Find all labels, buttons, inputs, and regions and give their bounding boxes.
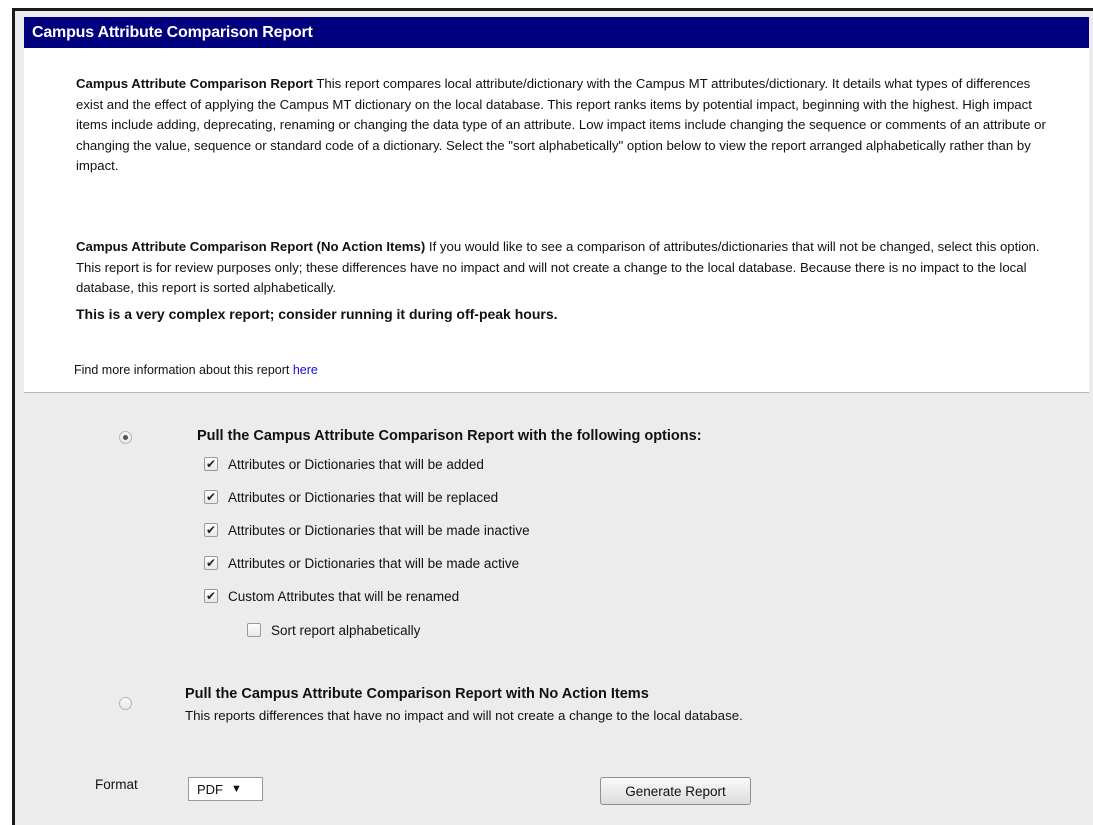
sort-alphabetically-label: Sort report alphabetically bbox=[271, 622, 421, 638]
format-select[interactable]: PDF ▼ bbox=[188, 777, 263, 801]
inactive-checkbox-label: Attributes or Dictionaries that will be … bbox=[228, 522, 530, 538]
intro-heading: Campus Attribute Comparison Report bbox=[76, 76, 313, 91]
inactive-checkbox-row[interactable]: ✔ Attributes or Dictionaries that will b… bbox=[204, 520, 530, 540]
replaced-checkbox-label: Attributes or Dictionaries that will be … bbox=[228, 489, 499, 505]
added-checkbox-row[interactable]: ✔ Attributes or Dictionaries that will b… bbox=[204, 454, 484, 474]
more-info-link[interactable]: here bbox=[293, 363, 318, 377]
complexity-warning: This is a very complex report; consider … bbox=[76, 306, 558, 322]
more-info-text: Find more information about this report bbox=[74, 363, 293, 377]
replaced-checkbox[interactable]: ✔ bbox=[204, 490, 218, 504]
added-checkbox-label: Attributes or Dictionaries that will be … bbox=[228, 456, 484, 472]
page-title: Campus Attribute Comparison Report bbox=[24, 17, 1089, 48]
added-checkbox[interactable]: ✔ bbox=[204, 457, 218, 471]
active-checkbox[interactable]: ✔ bbox=[204, 556, 218, 570]
active-checkbox-row[interactable]: ✔ Attributes or Dictionaries that will b… bbox=[204, 553, 519, 573]
option-no-action-label: Pull the Campus Attribute Comparison Rep… bbox=[185, 686, 649, 702]
no-action-paragraph: Campus Attribute Comparison Report (No A… bbox=[76, 237, 1056, 299]
no-action-heading: Campus Attribute Comparison Report (No A… bbox=[76, 239, 426, 254]
sort-alphabetically-checkbox[interactable] bbox=[247, 623, 261, 637]
renamed-checkbox-row[interactable]: ✔ Custom Attributes that will be renamed bbox=[204, 586, 459, 606]
active-checkbox-label: Attributes or Dictionaries that will be … bbox=[228, 555, 520, 571]
renamed-checkbox[interactable]: ✔ bbox=[204, 589, 218, 603]
option-full-report-radio[interactable] bbox=[119, 431, 132, 444]
intro-paragraph: Campus Attribute Comparison Report This … bbox=[76, 74, 1056, 177]
inactive-checkbox[interactable]: ✔ bbox=[204, 523, 218, 537]
description-panel: Campus Attribute Comparison Report Campu… bbox=[24, 17, 1089, 393]
generate-report-button[interactable]: Generate Report bbox=[600, 777, 751, 805]
renamed-checkbox-label: Custom Attributes that will be renamed bbox=[228, 588, 460, 604]
format-label: Format bbox=[95, 777, 138, 792]
option-no-action-description: This reports differences that have no im… bbox=[185, 708, 743, 723]
option-full-report-label: Pull the Campus Attribute Comparison Rep… bbox=[197, 428, 702, 444]
sort-checkbox-row[interactable]: Sort report alphabetically bbox=[247, 620, 420, 640]
option-no-action-radio[interactable] bbox=[119, 697, 132, 710]
dropdown-arrow-icon: ▼ bbox=[231, 783, 242, 795]
replaced-checkbox-row[interactable]: ✔ Attributes or Dictionaries that will b… bbox=[204, 487, 498, 507]
more-info: Find more information about this report … bbox=[74, 363, 318, 377]
format-select-value: PDF bbox=[197, 781, 223, 797]
report-frame: Campus Attribute Comparison Report Campu… bbox=[12, 8, 1093, 825]
